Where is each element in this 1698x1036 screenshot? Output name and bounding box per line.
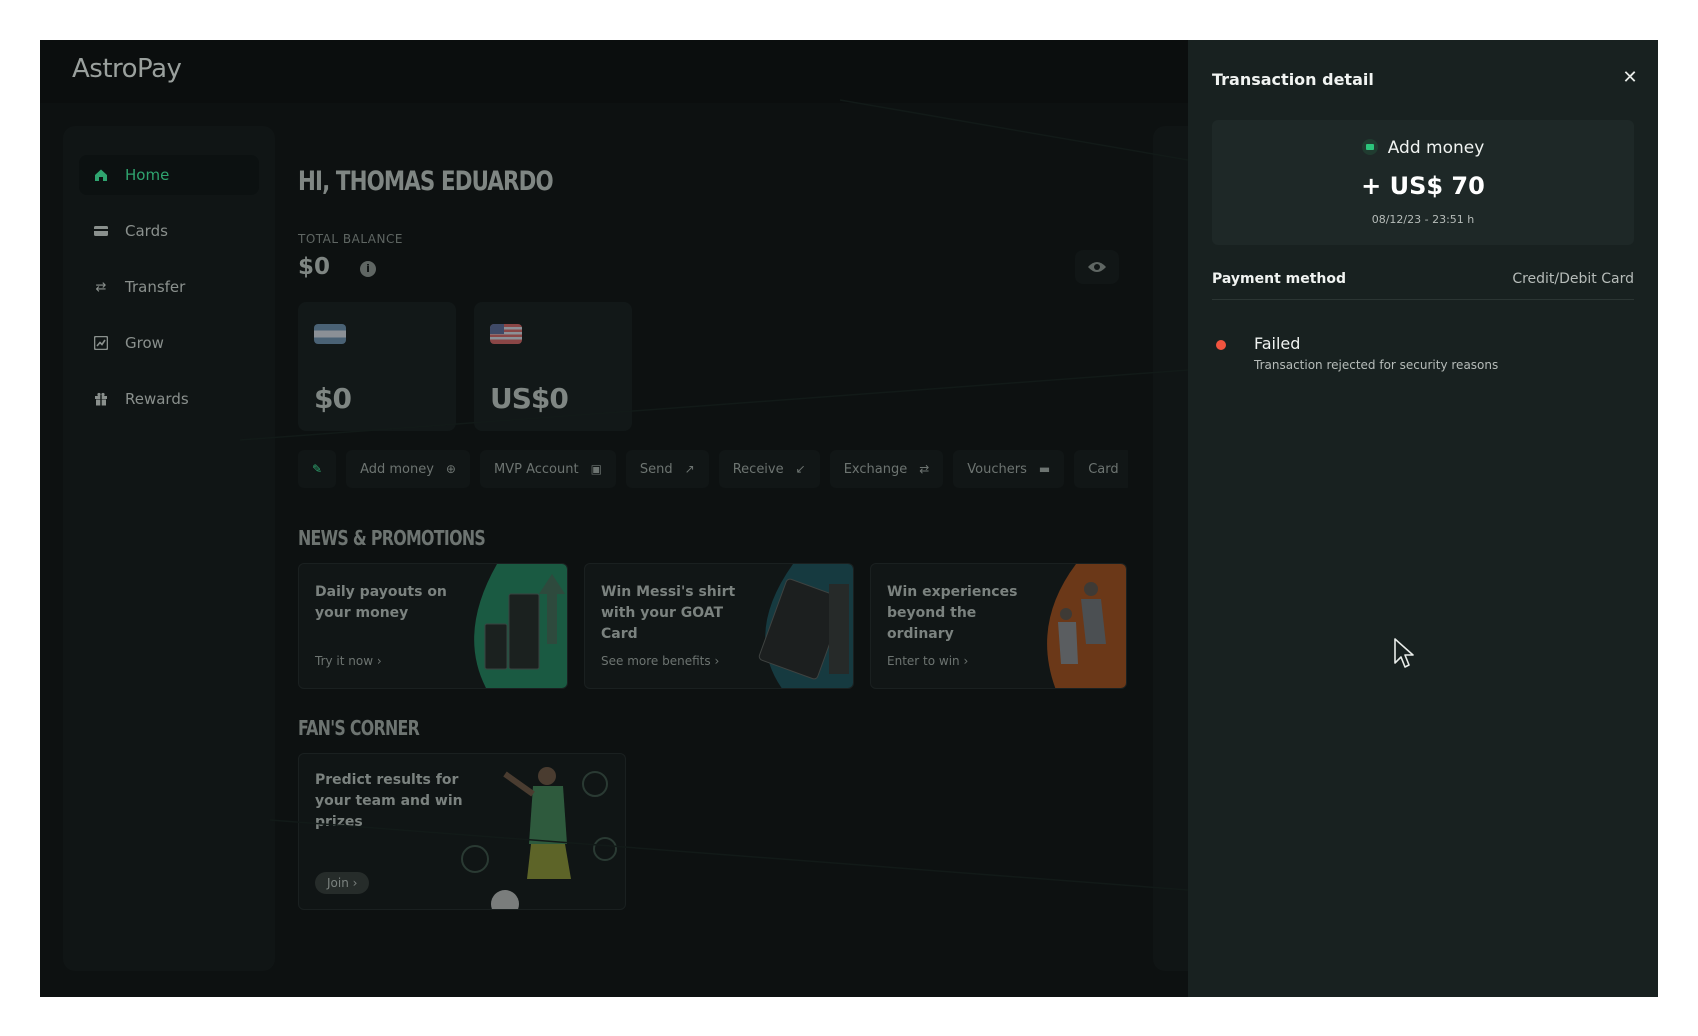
greeting-heading: HI, THOMAS EDUARDO	[298, 166, 554, 197]
card-button[interactable]: Card	[1074, 450, 1128, 488]
sidebar-item-label: Transfer	[125, 278, 186, 296]
app-window: AstroPay Home Cards ⇄ Transfer Grow Rewa…	[40, 40, 1658, 997]
arrow-up-right-icon: ↗	[684, 462, 695, 476]
players-illustration	[1047, 564, 1126, 688]
info-icon[interactable]: i	[360, 261, 376, 277]
exchange-button[interactable]: Exchange ⇄	[829, 450, 944, 488]
sidebar-item-home[interactable]: Home	[79, 155, 259, 195]
argentina-flag-icon	[314, 324, 346, 344]
transaction-amount: + US$ 70	[1361, 172, 1485, 200]
action-label: Exchange	[843, 461, 908, 477]
receive-button[interactable]: Receive ↙	[718, 450, 820, 488]
promo-card-messi[interactable]: Win Messi's shirt with your GOAT Card Se…	[584, 563, 854, 689]
transaction-type-label: Add money	[1387, 138, 1485, 158]
wallet-amount: US$0	[490, 382, 569, 415]
chevron-right-icon: ›	[963, 654, 969, 668]
coins-illustration	[474, 564, 567, 688]
transaction-date: 08/12/23 - 23:51 h	[1371, 213, 1475, 226]
us-flag-icon	[490, 324, 522, 344]
wallet-amount: $0	[314, 382, 352, 415]
fan-card-predict[interactable]: Predict results for your team and win pr…	[298, 753, 626, 910]
eye-icon[interactable]	[1075, 250, 1119, 284]
exchange-icon: ⇄	[919, 462, 930, 476]
promo-card-payouts[interactable]: Daily payouts on your money Try it now ›	[298, 563, 568, 689]
sidebar-item-rewards[interactable]: Rewards	[79, 379, 259, 419]
divider	[1212, 299, 1634, 300]
sidebar-item-label: Grow	[125, 334, 164, 352]
mouse-cursor-icon	[1394, 638, 1414, 668]
transfer-icon: ⇄	[95, 279, 107, 295]
quick-actions-bar: ✎ Add money ⊕ MVP Account ▣ Send ↗ Recei…	[298, 450, 1128, 488]
vouchers-button[interactable]: Vouchers ▬	[953, 450, 1065, 488]
total-balance-value: $0	[298, 254, 331, 280]
join-button[interactable]: Join ›	[315, 872, 370, 894]
action-label: Receive	[732, 461, 784, 477]
payment-method-label: Payment method	[1212, 271, 1347, 287]
astropay-logo[interactable]: AstroPay	[72, 54, 182, 84]
sidebar: Home Cards ⇄ Transfer Grow Rewards	[63, 126, 275, 971]
action-label: Card	[1088, 461, 1119, 477]
chevron-right-icon: ›	[714, 654, 720, 668]
status-title: Failed	[1254, 334, 1301, 353]
home-icon	[93, 167, 109, 183]
wallet-card-ars[interactable]: $0	[298, 302, 456, 431]
send-button[interactable]: Send ↗	[625, 450, 709, 488]
status-failed-dot	[1216, 340, 1226, 350]
add-money-button[interactable]: Add money ⊕	[346, 450, 470, 488]
sidebar-item-label: Rewards	[125, 390, 189, 408]
fans-corner-heading: FAN'S CORNER	[298, 716, 420, 740]
promo-title: Win Messi's shirt with your GOAT Card	[601, 584, 736, 642]
soccer-player-illustration	[461, 767, 617, 909]
action-label: MVP Account	[493, 461, 579, 477]
transaction-summary: Add money + US$ 70 08/12/23 - 23:51 h	[1212, 120, 1634, 245]
chevron-right-icon: ›	[376, 654, 382, 668]
panel-title: Transaction detail	[1212, 70, 1374, 89]
chart-icon	[93, 335, 109, 351]
chart-box-icon: ▣	[590, 462, 602, 476]
gift-icon	[93, 391, 109, 407]
sidebar-item-transfer[interactable]: ⇄ Transfer	[79, 267, 259, 307]
sidebar-item-cards[interactable]: Cards	[79, 211, 259, 251]
promo-card-experiences[interactable]: Win experiences beyond the ordinary Ente…	[870, 563, 1127, 689]
transaction-detail-panel: Transaction detail ✕ Add money + US$ 70 …	[1188, 40, 1658, 997]
edit-actions-button[interactable]: ✎	[298, 450, 337, 488]
card-icon	[93, 223, 109, 239]
plus-circle-icon: ⊕	[445, 462, 456, 476]
action-label: Add money	[360, 461, 434, 477]
action-label: Vouchers	[967, 461, 1027, 477]
card-illustration	[758, 564, 853, 688]
status-description: Transaction rejected for security reason…	[1254, 358, 1499, 372]
voucher-icon: ▬	[1038, 462, 1051, 476]
sidebar-item-label: Home	[125, 166, 170, 184]
sidebar-item-label: Cards	[125, 222, 168, 240]
promo-title: Daily payouts on your money	[315, 584, 447, 621]
total-balance-label: TOTAL BALANCE	[298, 232, 403, 246]
close-icon[interactable]: ✕	[1618, 66, 1642, 90]
mvp-account-button[interactable]: MVP Account ▣	[479, 450, 616, 488]
action-label: Send	[639, 461, 673, 477]
chevron-right-icon: ›	[352, 876, 358, 890]
sidebar-item-grow[interactable]: Grow	[79, 323, 259, 363]
payment-method-value: Credit/Debit Card	[1512, 271, 1634, 287]
promo-title: Win experiences beyond the ordinary	[887, 584, 1018, 642]
wallet-icon	[1361, 139, 1378, 155]
transaction-type: Add money	[1212, 138, 1634, 158]
arrow-down-left-icon: ↙	[795, 462, 806, 476]
pencil-icon: ✎	[312, 462, 323, 476]
news-promotions-heading: NEWS & PROMOTIONS	[298, 526, 486, 550]
fan-card-title: Predict results for your team and win pr…	[315, 772, 463, 830]
promo-link[interactable]: Try it now ›	[315, 654, 382, 668]
wallet-card-usd[interactable]: US$0	[474, 302, 632, 431]
promo-link[interactable]: Enter to win ›	[887, 654, 968, 668]
promo-link[interactable]: See more benefits ›	[601, 654, 719, 668]
